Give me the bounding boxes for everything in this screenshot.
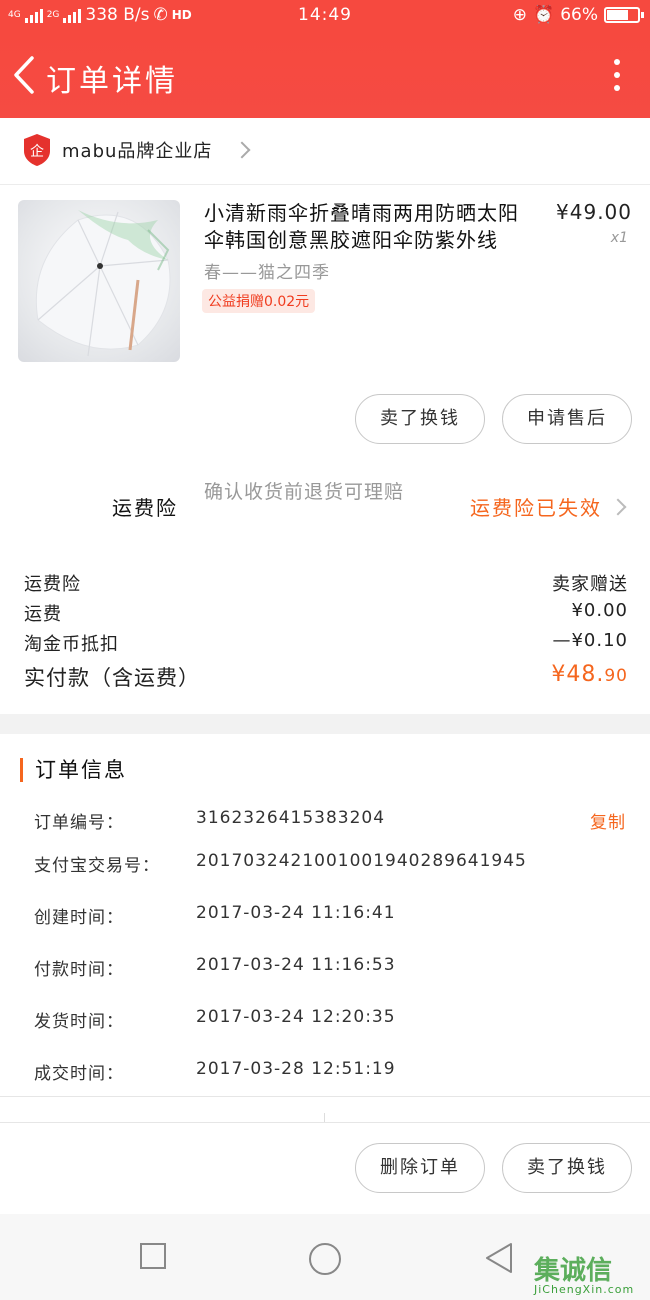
fee-row: 运费险 卖家赠送: [24, 570, 628, 596]
info-label: 发货时间：: [34, 1012, 124, 1032]
fee-value: —¥0.10: [552, 630, 628, 651]
product-sku: 春——猫之四季: [204, 263, 330, 283]
delete-order-button[interactable]: 删除订单: [355, 1143, 485, 1193]
sell-for-cash-button[interactable]: 卖了换钱: [355, 394, 485, 444]
order-info-title: 订单信息: [20, 758, 127, 782]
status-right: ⊕ ⏰ 66%: [512, 5, 644, 25]
battery-icon: [604, 7, 644, 23]
order-card: 企 mabu品牌企业店 小清新雨伞折叠晴雨两用防晒太阳伞韩国创意黑胶遮阳伞防紫外…: [0, 118, 650, 714]
divider: [0, 184, 650, 185]
info-label: 创建时间：: [34, 908, 124, 928]
info-label: 成交时间：: [34, 1064, 124, 1084]
umbrella-image: [35, 210, 171, 357]
shipping-insurance-label: 运费险: [112, 496, 178, 520]
fee-value: 卖家赠送: [552, 574, 628, 595]
info-value: 2017-03-24 11:16:53: [196, 955, 396, 975]
info-value: 3162326415383204: [196, 808, 386, 828]
chevron-right-icon: [609, 498, 627, 515]
product-price: ¥49.00: [556, 200, 632, 224]
lock-rotation-icon: ⊕: [512, 5, 528, 25]
fee-row: 淘金币抵扣 —¥0.10: [24, 630, 628, 656]
info-value: 2017032421001001940289641945: [196, 851, 527, 871]
home-icon[interactable]: [308, 1242, 342, 1276]
shop-name: mabu品牌企业店: [62, 141, 213, 162]
copy-button[interactable]: 复制: [590, 808, 626, 833]
action-bar: 删除订单 卖了换钱: [0, 1122, 650, 1214]
product-title[interactable]: 小清新雨伞折叠晴雨两用防晒太阳伞韩国创意黑胶遮阳伞防紫外线: [204, 200, 534, 254]
battery-fill: [607, 10, 629, 20]
fee-label: 运费险: [24, 574, 81, 595]
total-label: 实付款（含运费）: [24, 666, 200, 690]
total-row: 实付款（含运费） ¥48.90: [24, 662, 628, 692]
svg-text:企: 企: [30, 143, 44, 160]
total-value: ¥48.90: [551, 662, 628, 687]
order-info-card: 订单信息 订单编号： 3162326415383204 复制 支付宝交易号： 2…: [0, 734, 650, 1096]
fee-row: 运费 ¥0.00: [24, 600, 628, 626]
info-value: 2017-03-24 12:20:35: [196, 1007, 396, 1027]
header: 订单详情: [0, 34, 650, 118]
shop-badge-icon: 企: [24, 134, 50, 166]
apply-after-sale-button[interactable]: 申请售后: [502, 394, 632, 444]
info-label: 付款时间：: [34, 960, 124, 980]
watermark-logo: 集诚信 JiChengXin.com: [534, 1250, 644, 1296]
more-vertical-icon[interactable]: [612, 56, 622, 96]
chevron-right-icon: [233, 141, 251, 159]
insurance-status-text: 运费险已失效: [470, 496, 602, 520]
back-nav-icon[interactable]: [484, 1242, 514, 1274]
info-label: 支付宝交易号：: [34, 856, 160, 876]
product-quantity: x1: [610, 230, 628, 246]
page-title: 订单详情: [46, 64, 178, 99]
status-bar: 4G 2G 338 B/s ✆ HD 14:49 ⊕ ⏰ 66%: [0, 0, 650, 34]
info-value: 2017-03-28 12:51:19: [196, 1059, 396, 1079]
bottom-strip: [0, 1096, 650, 1123]
shipping-insurance-status[interactable]: 运费险已失效: [470, 492, 627, 521]
watermark-text: JiChengXin.com: [534, 1283, 635, 1296]
product-image[interactable]: [18, 200, 180, 362]
battery-percent: 66%: [560, 5, 598, 25]
fee-label: 运费: [24, 604, 62, 625]
alarm-icon: ⏰: [533, 5, 555, 25]
fee-value: ¥0.00: [571, 600, 628, 621]
info-label: 订单编号：: [34, 813, 124, 833]
watermark-mark: 集诚信: [534, 1256, 613, 1286]
recent-apps-icon[interactable]: [139, 1242, 167, 1270]
sell-for-cash-bottom-button[interactable]: 卖了换钱: [502, 1143, 632, 1193]
shop-row[interactable]: 企 mabu品牌企业店: [22, 132, 251, 168]
shipping-insurance-desc: 确认收货前退货可理赔: [204, 481, 405, 503]
info-value: 2017-03-24 11:16:41: [196, 903, 396, 923]
charity-tag: 公益捐赠0.02元: [202, 289, 316, 313]
fee-label: 淘金币抵扣: [24, 634, 119, 655]
